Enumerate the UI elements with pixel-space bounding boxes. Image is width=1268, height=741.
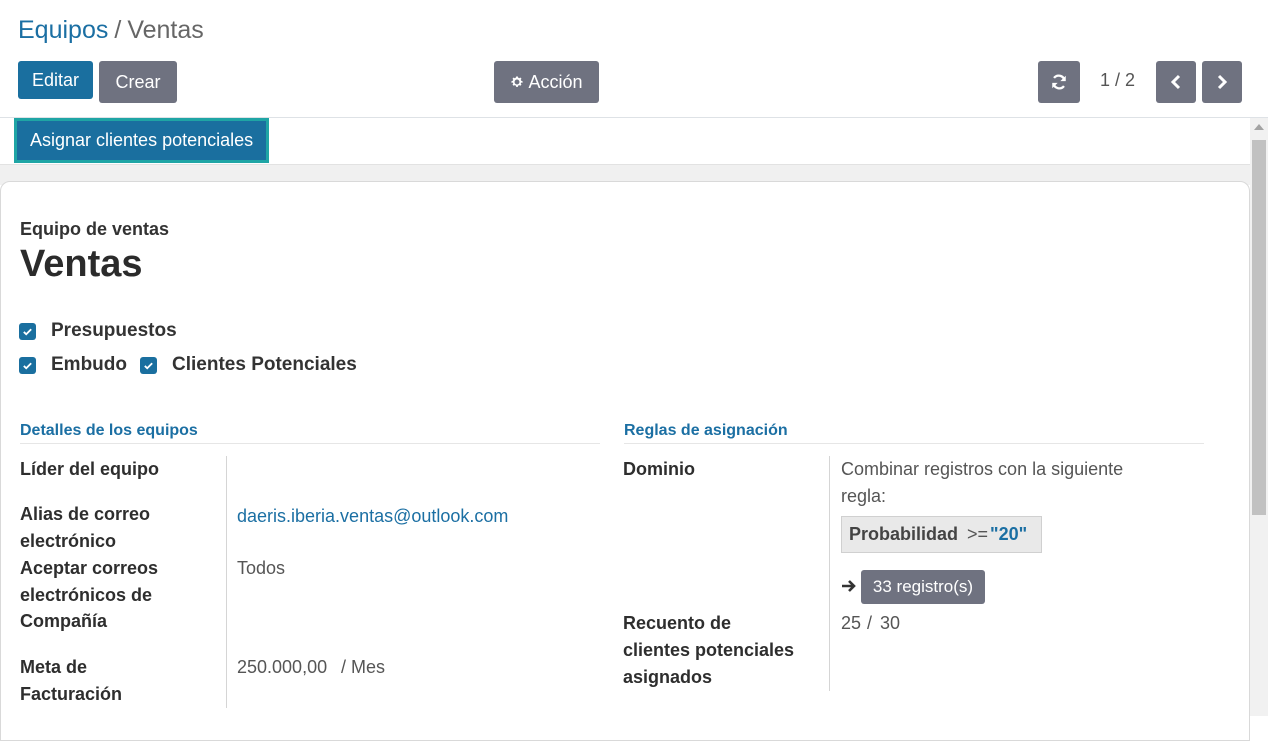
domain-description-line1: Combinar registros con la siguiente xyxy=(841,459,1124,479)
matching-records-label: 33 registro(s) xyxy=(872,577,974,596)
section-divider xyxy=(20,443,600,444)
field-label-accept-line3: Compañía xyxy=(20,611,108,631)
gear-icon xyxy=(511,76,523,87)
domain-rule-field: Probabilidad xyxy=(849,524,959,544)
assign-leads-button[interactable]: Asignar clientes potenciales xyxy=(14,118,270,163)
edit-button-label: Editar xyxy=(31,69,80,90)
breadcrumb-current: Ventas xyxy=(127,16,204,44)
refresh-button[interactable] xyxy=(1038,61,1080,103)
refresh-icon xyxy=(1052,74,1066,90)
email-alias-link[interactable]: daeris.iberia.ventas@outlook.com xyxy=(237,503,508,530)
edit-button[interactable]: Editar xyxy=(18,61,93,99)
field-label-count-line1: Recuento de xyxy=(623,613,732,633)
checkbox-pipeline-label: Embudo xyxy=(51,354,127,375)
section-divider xyxy=(624,443,1204,444)
arrow-right-icon xyxy=(842,580,856,592)
section-title-team-details: Detalles de los equipos xyxy=(20,422,198,439)
field-separator xyxy=(829,456,830,691)
checkbox-pipeline[interactable] xyxy=(19,357,36,374)
domain-rule-value: "20" xyxy=(990,524,1028,544)
field-label-goal-line1: Meta de xyxy=(20,657,88,677)
team-leader-field[interactable] xyxy=(237,456,577,483)
field-separator xyxy=(226,456,227,708)
assigned-count-max[interactable]: 30 xyxy=(880,610,900,637)
assign-leads-label: Asignar clientes potenciales xyxy=(30,130,254,150)
domain-rule-operator: >= xyxy=(967,524,989,544)
check-icon xyxy=(23,362,32,370)
chevron-right-icon xyxy=(1217,74,1228,90)
title-label: Equipo de ventas xyxy=(20,219,170,239)
field-label-domain: Dominio xyxy=(623,459,695,479)
section-title-assignment-rules: Reglas de asignación xyxy=(624,422,788,439)
statusbar: Asignar clientes potenciales xyxy=(0,118,1250,165)
breadcrumb-parent-link[interactable]: Equipos xyxy=(18,16,108,44)
field-label-alias-line1: Alias de correo xyxy=(20,504,151,524)
field-label-count-line3: asignados xyxy=(623,667,713,687)
checkbox-quotations[interactable] xyxy=(19,323,36,340)
control-panel: Equipos / Ventas Editar Crear Acción 1 / 2 xyxy=(0,0,1268,118)
action-button[interactable]: Acción xyxy=(494,61,599,103)
domain-description-line2: regla: xyxy=(841,486,887,506)
assigned-count-separator: / xyxy=(867,613,873,633)
field-label-count-line2: clientes potenciales xyxy=(623,640,795,660)
field-label-goal-line2: Facturación xyxy=(20,684,123,704)
vertical-scrollbar[interactable] xyxy=(1250,118,1268,716)
field-label-team-leader: Líder del equipo xyxy=(20,459,160,479)
pager-previous-button[interactable] xyxy=(1156,61,1196,103)
record-title[interactable]: Ventas xyxy=(20,243,143,286)
breadcrumb: Equipos / Ventas xyxy=(18,16,204,45)
action-button-label: Acción xyxy=(528,71,583,92)
create-button-label: Crear xyxy=(115,71,161,92)
matching-records-button[interactable]: 33 registro(s) xyxy=(861,570,985,604)
field-label-accept-line2: electrónicos de xyxy=(20,585,153,605)
chevron-left-icon xyxy=(1170,74,1181,90)
invoicing-goal-unit: / Mes xyxy=(341,657,386,677)
checkbox-quotations-label: Presupuestos xyxy=(51,320,177,341)
pager-next-button[interactable] xyxy=(1202,61,1242,103)
check-icon xyxy=(144,362,153,370)
invoicing-goal-field[interactable]: 250.000,00 xyxy=(237,654,327,681)
breadcrumb-separator: / xyxy=(114,16,122,44)
field-label-accept-line1: Aceptar correos xyxy=(20,558,159,578)
accept-emails-field[interactable]: Todos xyxy=(237,555,285,582)
domain-rule-chip[interactable]: Probabilidad >= "20" xyxy=(841,516,1042,553)
pager-value[interactable]: 1 / 2 xyxy=(1100,70,1135,91)
checkbox-leads-label: Clientes Potenciales xyxy=(172,354,357,375)
field-label-alias-line2: electrónico xyxy=(20,531,117,551)
check-icon xyxy=(23,328,32,336)
assigned-count-value: 25 xyxy=(841,613,862,633)
scroll-up-arrow-icon[interactable] xyxy=(1254,124,1264,130)
create-button[interactable]: Crear xyxy=(99,61,177,103)
checkbox-leads[interactable] xyxy=(140,357,157,374)
scrollbar-thumb[interactable] xyxy=(1252,140,1266,515)
